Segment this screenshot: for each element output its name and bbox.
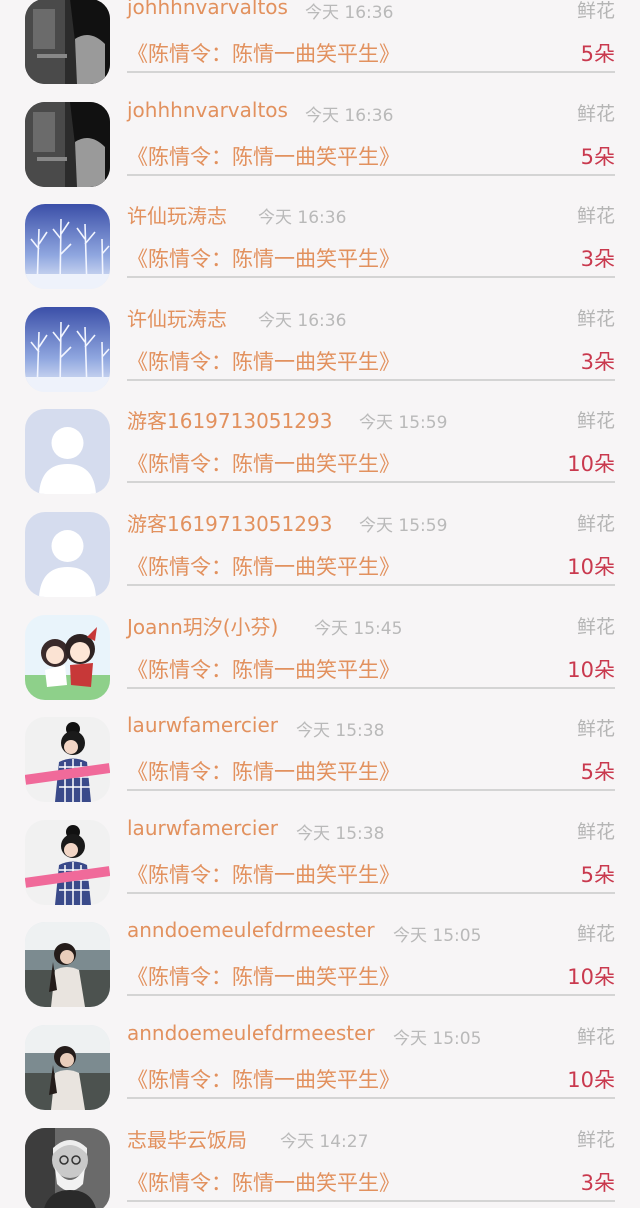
gift-record-row[interactable]: laurwfamercier 今天 15:38 鲜花《陈情令：陈情一曲笑平生》 5朵 (0, 709, 640, 812)
username[interactable]: 游客1619713051293 (127, 405, 332, 434)
gift-record-row[interactable]: Joann玥汐(小芬) 今天 15:45 鲜花《陈情令：陈情一曲笑平生》 10朵 (0, 607, 640, 710)
row-divider (127, 481, 615, 484)
gift-type: 鲜花 (576, 615, 615, 638)
gift-amount: 5朵 (580, 862, 615, 887)
gift-amount: 3朵 (580, 349, 615, 374)
gift-amount: 5朵 (580, 42, 615, 66)
gift-record-row[interactable]: 许仙玩涛志 今天 16:36 鲜花《陈情令：陈情一曲笑平生》 3朵 (0, 299, 640, 402)
seaside-girl-avatar-icon[interactable] (25, 922, 110, 1008)
row-divider (127, 276, 615, 279)
row-divider (127, 1199, 615, 1202)
gift-amount: 10朵 (567, 657, 615, 682)
row-divider (127, 378, 615, 381)
username[interactable]: 游客1619713051293 (127, 508, 332, 537)
gift-type: 鲜花 (576, 923, 615, 946)
work-title-link[interactable]: 《陈情令：陈情一曲笑平生》 (127, 654, 400, 684)
timestamp: 今天 15:05 (393, 1029, 482, 1049)
row-divider (127, 173, 615, 176)
gift-type: 鲜花 (576, 820, 615, 843)
gift-record-row[interactable]: anndoemeulefdrmeester 今天 15:05 鲜花《陈情令：陈情一曲… (0, 1017, 640, 1120)
username[interactable]: johhhnvarvaltos (127, 0, 288, 19)
row-divider (127, 686, 615, 689)
username[interactable]: laurwfamercier (127, 816, 278, 840)
gift-record-row[interactable]: 许仙玩涛志 今天 16:36 鲜花《陈情令：陈情一曲笑平生》 3朵 (0, 196, 640, 299)
gift-type: 鲜花 (576, 410, 615, 433)
work-title-link[interactable]: 《陈情令：陈情一曲笑平生》 (127, 1064, 400, 1094)
timestamp: 今天 16:36 (305, 3, 394, 23)
timestamp: 今天 15:05 (393, 926, 482, 947)
gift-amount: 10朵 (567, 1068, 615, 1092)
gift-type: 鲜花 (576, 205, 615, 228)
timestamp: 今天 15:38 (296, 823, 385, 844)
gift-record-row[interactable]: 志最毕云饭局 今天 14:27 鲜花《陈情令：陈情一曲笑平生》 3朵 (0, 1120, 640, 1208)
gift-type: 鲜花 (576, 718, 615, 741)
timestamp: 今天 16:36 (305, 105, 394, 126)
gift-amount: 10朵 (567, 965, 615, 990)
gift-amount: 10朵 (567, 555, 615, 579)
gift-record-row[interactable]: johhhnvarvaltos 今天 16:36 鲜花《陈情令：陈情一曲笑平生》 5朵 (0, 94, 640, 197)
timestamp: 今天 15:59 (359, 516, 448, 536)
work-title-link[interactable]: 《陈情令：陈情一曲笑平生》 (127, 346, 400, 376)
username[interactable]: anndoemeulefdrmeester (127, 1021, 375, 1045)
timestamp: 今天 16:36 (258, 310, 347, 331)
gift-type: 鲜花 (576, 1026, 615, 1048)
row-divider (127, 71, 615, 73)
row-divider (127, 1097, 615, 1099)
default-user-avatar-icon[interactable] (25, 512, 110, 597)
work-title-link[interactable]: 《陈情令：陈情一曲笑平生》 (127, 551, 400, 581)
gift-amount: 10朵 (567, 452, 615, 477)
work-title-link[interactable]: 《陈情令：陈情一曲笑平生》 (127, 1167, 400, 1197)
username[interactable]: Joann玥汐(小芬) (127, 611, 278, 640)
girl-photo-avatar-icon[interactable] (25, 717, 110, 803)
username[interactable]: johhhnvarvaltos (127, 98, 288, 122)
work-title-link[interactable]: 《陈情令：陈情一曲笑平生》 (127, 448, 400, 478)
gift-amount: 5朵 (580, 760, 615, 785)
seaside-girl-avatar-icon[interactable] (25, 1025, 110, 1110)
gift-type: 鲜花 (576, 513, 615, 535)
timestamp: 今天 15:45 (314, 618, 403, 639)
timestamp: 今天 15:38 (296, 721, 385, 742)
gift-record-row[interactable]: johhhnvarvaltos 今天 16:36 鲜花《陈情令：陈情一曲笑平生》 5朵 (0, 0, 640, 94)
gift-record-row[interactable]: anndoemeulefdrmeester 今天 15:05 鲜花《陈情令：陈情一曲… (0, 914, 640, 1017)
bw-photo-avatar-icon[interactable] (25, 101, 110, 187)
bw-photo-avatar-icon[interactable] (25, 0, 110, 84)
username[interactable]: 许仙玩涛志 (127, 200, 227, 229)
gift-type: 鲜花 (576, 0, 615, 22)
username[interactable]: 许仙玩涛志 (127, 303, 227, 332)
work-title-link[interactable]: 《陈情令：陈情一曲笑平生》 (127, 756, 400, 786)
gift-type: 鲜花 (576, 307, 615, 330)
timestamp: 今天 15:59 (359, 413, 448, 434)
gift-record-row[interactable]: laurwfamercier 今天 15:38 鲜花《陈情令：陈情一曲笑平生》 5朵 (0, 812, 640, 915)
work-title-link[interactable]: 《陈情令：陈情一曲笑平生》 (127, 38, 400, 68)
row-divider (127, 789, 615, 792)
username[interactable]: 志最毕云饭局 (127, 1124, 247, 1153)
row-divider (127, 891, 615, 894)
timestamp: 今天 14:27 (280, 1131, 369, 1152)
row-divider (127, 584, 615, 586)
username[interactable]: anndoemeulefdrmeester (127, 918, 375, 942)
gift-type: 鲜花 (576, 102, 615, 125)
username[interactable]: laurwfamercier (127, 713, 278, 737)
old-man-avatar-icon[interactable] (25, 1127, 110, 1208)
row-divider (127, 994, 615, 997)
girl-photo-avatar-icon[interactable] (25, 819, 110, 905)
timestamp: 今天 16:36 (258, 208, 347, 229)
gift-amount: 5朵 (580, 144, 615, 169)
work-title-link[interactable]: 《陈情令：陈情一曲笑平生》 (127, 961, 400, 991)
gift-record-row[interactable]: 游客1619713051293 今天 15:59 鲜花《陈情令：陈情一曲笑平生》 10… (0, 401, 640, 504)
gift-type: 鲜花 (576, 1128, 615, 1151)
anime-avatar-icon[interactable] (25, 614, 110, 700)
work-title-link[interactable]: 《陈情令：陈情一曲笑平生》 (127, 243, 400, 273)
snow-forest-avatar-icon[interactable] (25, 204, 110, 290)
default-user-avatar-icon[interactable] (25, 409, 110, 495)
gift-record-list: johhhnvarvaltos 今天 16:36 鲜花 《陈情令：陈情一曲笑平生》 5朵… (0, 0, 640, 1208)
work-title-link[interactable]: 《陈情令：陈情一曲笑平生》 (127, 859, 400, 889)
gift-amount: 3朵 (580, 247, 615, 272)
work-title-link[interactable]: 《陈情令：陈情一曲笑平生》 (127, 141, 400, 171)
snow-forest-avatar-icon[interactable] (25, 306, 110, 392)
gift-record-row[interactable]: 游客1619713051293 今天 15:59 鲜花《陈情令：陈情一曲笑平生》 10… (0, 504, 640, 607)
gift-amount: 3朵 (580, 1170, 615, 1195)
